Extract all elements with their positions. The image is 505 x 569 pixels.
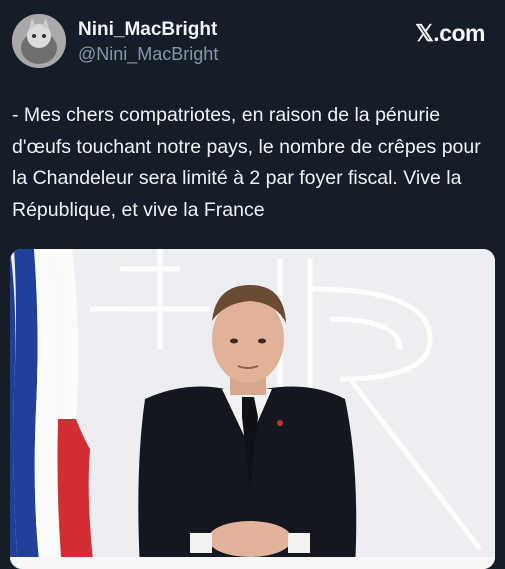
display-name[interactable]: Nini_MacBright (78, 19, 217, 41)
avatar-image (12, 14, 66, 68)
avatar[interactable] (12, 14, 66, 68)
user-handle[interactable]: @Nini_MacBright (78, 44, 218, 65)
tweet-image[interactable] (10, 249, 495, 569)
x-logo: 𝕏.com (415, 20, 485, 46)
tweet-text: - Mes chers compatriotes, en raison de l… (12, 104, 481, 221)
speech-photo (10, 249, 495, 569)
desk (10, 557, 495, 569)
